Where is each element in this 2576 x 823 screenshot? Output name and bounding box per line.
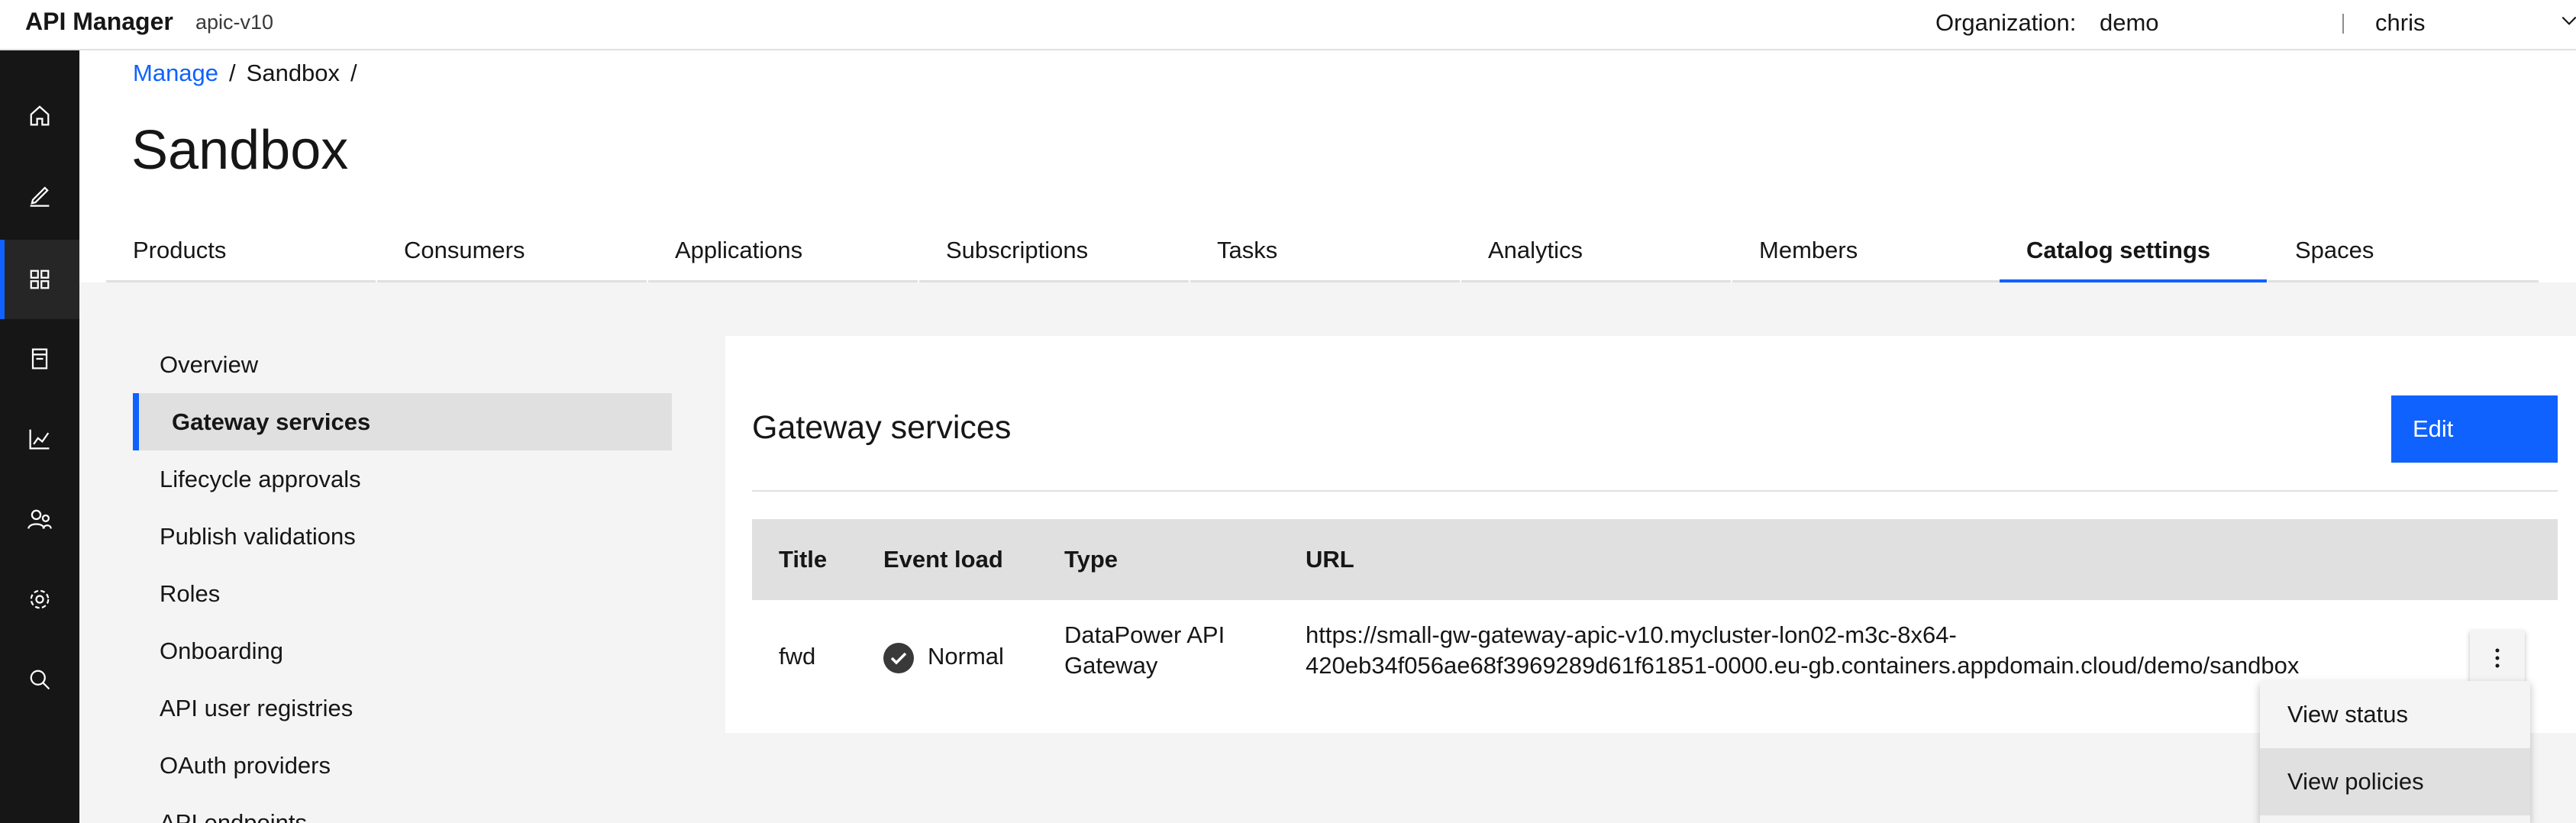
rail-manage[interactable] bbox=[0, 240, 79, 319]
column-header-url[interactable]: URL bbox=[1306, 519, 1354, 600]
tab-subscriptions[interactable]: Subscriptions bbox=[919, 226, 1189, 282]
nav-item-onboarding[interactable]: Onboarding bbox=[133, 622, 672, 679]
cell-url-line-2: 420eb34f056ae68f3969289d61f61851-0000.eu… bbox=[1306, 652, 2300, 679]
breadcrumb: Manage / Sandbox / bbox=[133, 60, 368, 87]
nav-item-roles[interactable]: Roles bbox=[133, 565, 672, 622]
home-icon bbox=[30, 105, 50, 126]
analytics-chart-icon bbox=[29, 429, 50, 450]
column-header-event-load[interactable]: Event load bbox=[883, 519, 1003, 600]
breadcrumb-link-manage[interactable]: Manage bbox=[133, 60, 218, 86]
user-menu[interactable]: chris bbox=[2375, 9, 2425, 37]
nav-item-overview[interactable]: Overview bbox=[133, 336, 672, 393]
page-title: Sandbox bbox=[131, 120, 349, 181]
rail-search[interactable] bbox=[0, 640, 79, 719]
rail-develop[interactable] bbox=[0, 155, 79, 234]
rail-settings[interactable] bbox=[0, 560, 79, 639]
cell-url-line-1: https://small-gw-gateway-apic-v10.myclus… bbox=[1306, 621, 1957, 648]
cell-title: fwd bbox=[779, 643, 816, 670]
chevron-down-icon[interactable] bbox=[2559, 11, 2576, 31]
left-navigation-rail bbox=[0, 50, 79, 823]
tab-members[interactable]: Members bbox=[1732, 226, 2002, 282]
catalog-book-icon bbox=[31, 348, 48, 370]
search-icon bbox=[30, 670, 50, 690]
checkmark-filled-icon bbox=[883, 643, 914, 673]
menu-item-view-policies[interactable]: View policies bbox=[2260, 748, 2530, 815]
nav-item-oauth-providers[interactable]: OAuth providers bbox=[133, 737, 672, 794]
rail-home[interactable] bbox=[0, 76, 79, 155]
rail-members[interactable] bbox=[0, 479, 79, 559]
tab-analytics[interactable]: Analytics bbox=[1461, 226, 1731, 282]
cell-type-line-1: DataPower API bbox=[1064, 621, 1225, 648]
column-header-type[interactable]: Type bbox=[1064, 519, 1118, 600]
members-icon bbox=[27, 509, 52, 529]
nav-item-publish-validations[interactable]: Publish validations bbox=[133, 508, 672, 565]
header-divider bbox=[2342, 14, 2344, 34]
organization-selector[interactable]: demo bbox=[2100, 9, 2159, 37]
edit-button[interactable]: Edit bbox=[2391, 395, 2558, 463]
tab-tasks[interactable]: Tasks bbox=[1190, 226, 1460, 282]
catalog-tabs: Products Consumers Applications Subscrip… bbox=[106, 226, 2539, 282]
gateway-services-panel: Gateway services Edit Title Event load T… bbox=[725, 336, 2576, 733]
edit-icon bbox=[30, 186, 50, 207]
organization-label: Organization: bbox=[1935, 9, 2077, 36]
nav-item-gateway-services[interactable]: Gateway services bbox=[133, 393, 672, 450]
breadcrumb-current: Sandbox bbox=[246, 60, 341, 86]
breadcrumb-separator: / bbox=[229, 60, 236, 86]
cell-event-load: Normal bbox=[928, 643, 1004, 670]
panel-title: Gateway services bbox=[752, 409, 1012, 446]
tab-catalog-settings[interactable]: Catalog settings bbox=[2000, 226, 2267, 282]
manage-grid-icon bbox=[30, 269, 50, 289]
table-header: Title Event load Type URL bbox=[752, 519, 2558, 600]
tab-consumers[interactable]: Consumers bbox=[377, 226, 647, 282]
overflow-menu-vertical-icon bbox=[2495, 648, 2500, 668]
panel-divider bbox=[752, 490, 2558, 492]
cell-type-line-2: Gateway bbox=[1064, 652, 1158, 679]
tab-spaces[interactable]: Spaces bbox=[2268, 226, 2539, 282]
tab-applications[interactable]: Applications bbox=[648, 226, 918, 282]
rail-catalog[interactable] bbox=[0, 319, 79, 399]
app-name[interactable]: API Manager bbox=[25, 8, 173, 36]
breadcrumb-separator: / bbox=[350, 60, 357, 86]
environment-name: apic-v10 bbox=[195, 11, 274, 34]
row-overflow-menu-button[interactable] bbox=[2470, 631, 2525, 686]
nav-item-lifecycle-approvals[interactable]: Lifecycle approvals bbox=[133, 450, 672, 508]
top-header: API Manager apic-v10 Organization: demo … bbox=[0, 0, 2576, 50]
rail-analytics[interactable] bbox=[0, 399, 79, 479]
nav-item-api-user-registries[interactable]: API user registries bbox=[133, 679, 672, 737]
tab-products[interactable]: Products bbox=[106, 226, 376, 282]
column-header-title[interactable]: Title bbox=[779, 519, 827, 600]
nav-item-api-endpoints[interactable]: API endpoints bbox=[133, 794, 672, 823]
row-overflow-menu: View status View policies bbox=[2260, 681, 2530, 823]
settings-gear-icon bbox=[30, 589, 50, 609]
menu-item-view-status[interactable]: View status bbox=[2260, 681, 2530, 748]
